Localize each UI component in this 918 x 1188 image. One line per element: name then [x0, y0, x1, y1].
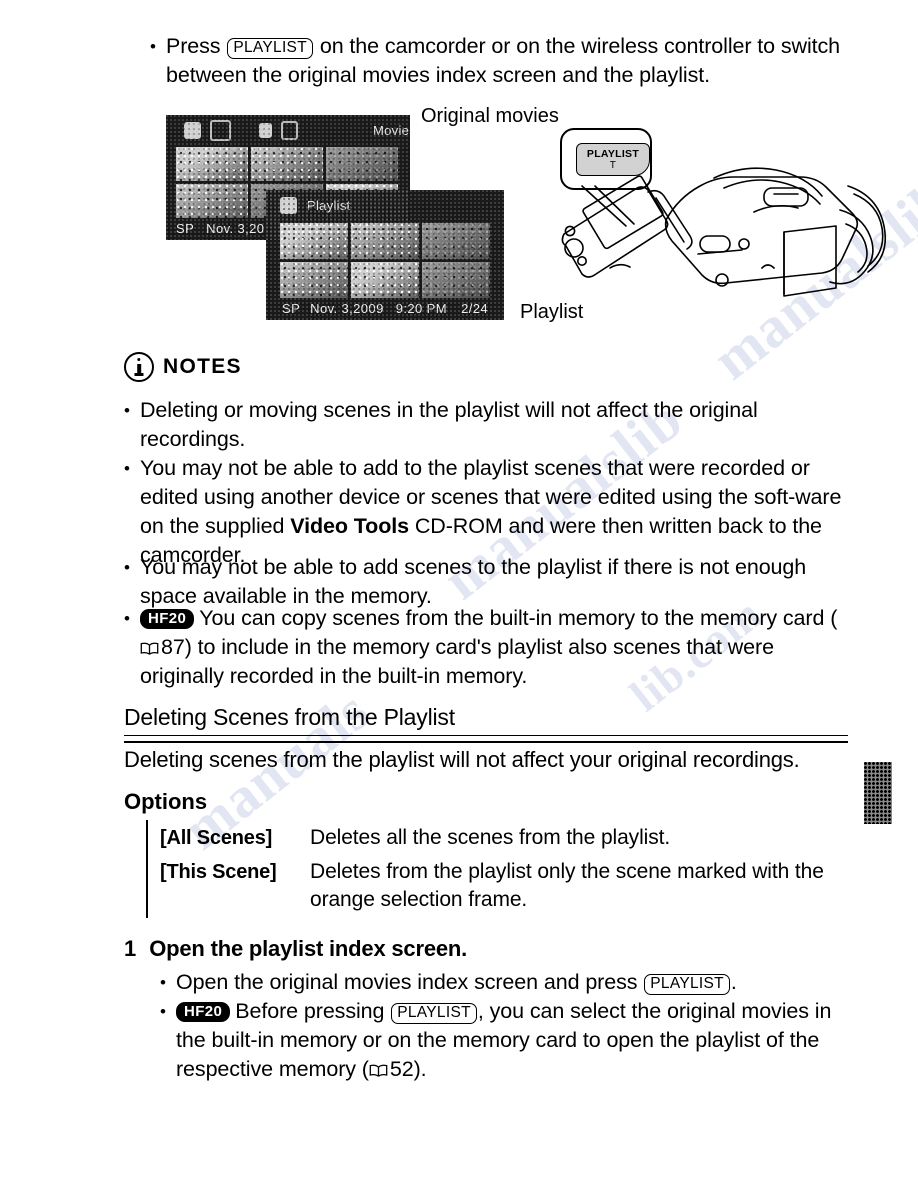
note-text: You may not be able to add scenes to the… — [140, 555, 807, 608]
step-bullet: • Open the original movies index screen … — [160, 968, 860, 997]
note-text: HF20 You can copy scenes from the built-i… — [140, 604, 858, 691]
bullet-marker: • — [150, 37, 156, 56]
step-1: 1 Open the playlist index screen. — [124, 935, 844, 963]
options-title: Options — [124, 789, 208, 814]
original-screen-status: SP Nov. 3,20 — [166, 221, 410, 236]
playlist-screen-status: SP Nov. 3,2009 9:20 PM 2/24 — [266, 301, 504, 316]
scene-thumbnail[interactable] — [280, 262, 348, 298]
status-quality: SP — [176, 221, 195, 236]
original-screen-title: Movies — [373, 122, 410, 138]
heading-underline — [124, 735, 848, 737]
notes-title: NOTES — [163, 355, 242, 378]
memory-icon — [184, 121, 201, 139]
status-date: Nov. 3,2009 — [310, 301, 384, 316]
option-row: [This Scene] Deletes from the playlist o… — [160, 858, 860, 914]
hf20-model-badge: HF20 — [140, 609, 195, 629]
bullet-marker: • — [124, 609, 130, 628]
option-description: Deletes all the scenes from the playlist… — [310, 826, 671, 849]
status-counter: 2/24 — [461, 301, 488, 316]
heading-rule — [124, 741, 848, 744]
step-number: 1 — [124, 936, 137, 961]
options-vertical-rule — [146, 820, 148, 918]
section-heading: Deleting Scenes from the Playlist — [124, 704, 455, 730]
step-bullet-text: HF20 Before pressing PLAYLIST, you can se… — [176, 997, 860, 1084]
note-text-part: You can copy scenes from the built-in me… — [199, 606, 838, 630]
scene-thumbnail[interactable] — [422, 262, 490, 298]
playlist-keycap[interactable]: PLAYLIST — [644, 974, 730, 995]
original-movies-label: Original movies — [421, 105, 559, 127]
info-icon — [124, 352, 154, 382]
bullet-marker: • — [124, 459, 130, 478]
video-tools-emphasis: Video Tools — [290, 514, 409, 538]
manual-reference-icon — [140, 642, 159, 655]
scene-thumbnail[interactable] — [351, 262, 419, 298]
playlist-keycap[interactable]: PLAYLIST — [391, 1003, 477, 1024]
bullet-marker: • — [160, 1002, 166, 1021]
section-thumb-tab — [864, 762, 892, 824]
notes-header: NOTES — [124, 352, 242, 382]
step-bullet: • HF20 Before pressing PLAYLIST, you can … — [160, 997, 860, 1084]
playlist-screen-title: Playlist — [307, 197, 351, 213]
scene-thumbnail[interactable] — [176, 184, 248, 218]
card-icon — [210, 119, 231, 141]
status-time: 9:20 PM — [395, 301, 447, 316]
step-text-part: Before pressing — [235, 999, 391, 1023]
scene-thumbnail[interactable] — [176, 147, 248, 181]
scene-thumbnail[interactable] — [326, 147, 398, 181]
hf20-model-badge: HF20 — [176, 1002, 231, 1022]
section-intro: Deleting scenes from the playlist will n… — [124, 747, 800, 772]
step-text-part: ). — [413, 1057, 427, 1081]
option-key[interactable]: [All Scenes] — [160, 824, 310, 852]
playlist-badge-icon — [280, 196, 297, 214]
scene-thumbnail[interactable] — [422, 223, 490, 259]
bullet-marker: • — [124, 558, 130, 577]
status-quality: SP — [282, 301, 301, 316]
step-bullet-text: Open the original movies index screen an… — [176, 968, 860, 997]
intro-bullet: • Press PLAYLIST on the camcorder or on … — [150, 32, 850, 90]
status-date: Nov. 3,20 — [206, 221, 265, 236]
note-item: • You may not be able to add scenes to t… — [124, 553, 858, 611]
bullet-marker: • — [124, 401, 130, 420]
intro-text-before: Press — [166, 34, 221, 58]
bullet-marker: • — [160, 973, 166, 992]
option-key[interactable]: [This Scene] — [160, 858, 310, 886]
manual-page: manualslib.com manualslib manuals lib.co… — [0, 0, 918, 1188]
step-text-part: Open the original movies index screen an… — [176, 970, 644, 994]
note-item: • Deleting or moving scenes in the playl… — [124, 396, 854, 454]
playlist-screen-header: Playlist — [266, 190, 504, 220]
step-text-part: . — [730, 970, 737, 994]
note-item: • HF20 You can copy scenes from the built… — [124, 604, 858, 691]
note-page-ref[interactable]: 87 — [161, 635, 185, 659]
playlist-keycap[interactable]: PLAYLIST — [227, 38, 313, 59]
list-icon — [281, 120, 298, 140]
step-page-ref[interactable]: 52 — [390, 1057, 414, 1081]
note-text-part: ) to include in the memory card's playli… — [140, 635, 774, 688]
scene-thumbnail[interactable] — [251, 147, 323, 181]
option-row: [All Scenes] Deletes all the scenes from… — [160, 824, 860, 852]
note-text: Deleting or moving scenes in the playlis… — [140, 398, 758, 451]
original-movies-screen: Movies SP Nov. 3,20 — [166, 115, 410, 240]
original-screen-header: Movies — [166, 115, 410, 145]
index-icon — [259, 122, 272, 138]
step-title: Open the playlist index screen. — [149, 936, 468, 961]
manual-reference-icon — [369, 1064, 388, 1077]
camcorder-illustration — [561, 167, 887, 297]
option-description: Deletes from the playlist only the scene… — [310, 860, 824, 911]
intro-bullet-text: Press PLAYLIST on the camcorder or on th… — [166, 32, 850, 90]
playlist-screen: Playlist SP Nov. 3,2009 9:20 PM 2/24 — [266, 190, 504, 320]
